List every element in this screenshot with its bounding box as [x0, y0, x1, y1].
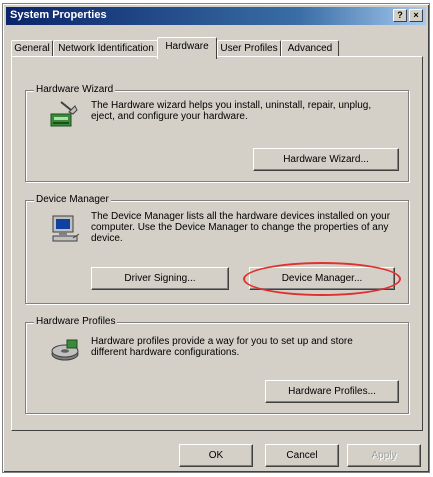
device-manager-button[interactable]: Device Manager... — [249, 267, 395, 290]
device-manager-group-title: Device Manager — [34, 194, 111, 205]
hardware-wizard-button[interactable]: Hardware Wizard... — [253, 148, 399, 171]
hardware-profiles-group-title: Hardware Profiles — [34, 316, 118, 327]
close-button[interactable]: × — [409, 9, 423, 22]
tab-hardware[interactable]: Hardware — [157, 37, 217, 59]
cancel-button[interactable]: Cancel — [265, 444, 339, 467]
device-manager-description: The Device Manager lists all the hardwar… — [91, 211, 391, 244]
hardware-wizard-group-title: Hardware Wizard — [34, 84, 116, 95]
hardware-wizard-icon — [50, 101, 78, 127]
window-title: System Properties — [10, 9, 107, 21]
ok-button[interactable]: OK — [179, 444, 253, 467]
help-button[interactable]: ? — [393, 9, 407, 22]
tab-strip: General Network Identification Hardware … — [11, 34, 423, 59]
hardware-profiles-description: Hardware profiles provide a way for you … — [91, 336, 353, 358]
computer-icon — [52, 215, 80, 242]
driver-signing-button[interactable]: Driver Signing... — [91, 267, 229, 290]
hardware-wizard-description: The Hardware wizard helps you install, u… — [91, 100, 372, 122]
apply-button[interactable]: Apply — [347, 444, 421, 467]
hardware-profiles-icon — [51, 339, 79, 361]
hardware-profiles-button[interactable]: Hardware Profiles... — [265, 380, 399, 403]
system-properties-dialog: System Properties ? × General Network Id… — [2, 3, 430, 473]
title-bar[interactable]: System Properties ? × — [6, 7, 426, 25]
